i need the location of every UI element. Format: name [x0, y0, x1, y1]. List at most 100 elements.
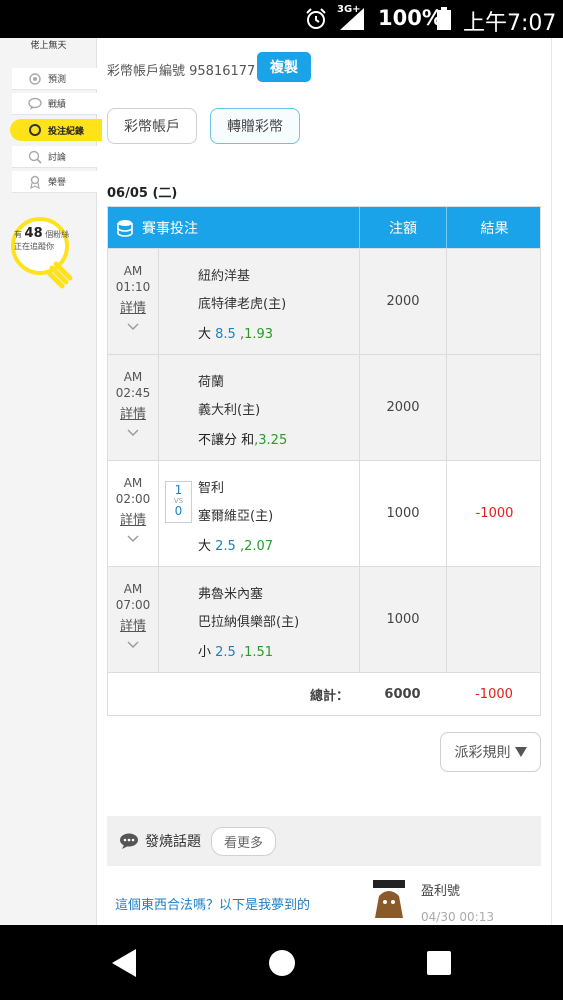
bet-type: 大 [198, 327, 212, 342]
sidebar-item-label: 討論 [48, 153, 67, 163]
status-clock: 上午7:07 [463, 11, 557, 36]
total-row: 總計： 6000 -1000 [108, 672, 540, 715]
sidebar-item-honor[interactable]: 榮譽 [12, 171, 97, 193]
sidebar-item-discuss[interactable]: 討論 [12, 146, 97, 168]
table-row: AM 02:45 詳情 荷蘭 義大利(主) 不讓分 和,3.25 2000 [108, 354, 540, 460]
total-label: 總計： [309, 689, 349, 704]
hot-topics: 發燒話題 看更多 這個東西合法嗎？以下是我夢到的 盈利號 04/30 00:13 [107, 816, 541, 926]
time-value: 01:10 [115, 280, 151, 294]
detail-link[interactable]: 詳情 [108, 513, 158, 529]
time-value: 02:00 [115, 492, 151, 506]
bet-selection: 大 2.5 ,2.07 [198, 535, 273, 554]
bet-type: 不讓分 和 [198, 433, 255, 448]
avatar[interactable] [369, 878, 409, 920]
follower-info: 有 48 個粉絲 正在追蹤你 [14, 226, 74, 253]
sidebar-item-label: 榮譽 [48, 178, 67, 188]
signal-icon [340, 8, 364, 30]
back-icon[interactable] [108, 947, 142, 979]
chevron-down-icon[interactable] [127, 429, 139, 437]
home-team: 巴拉納俱樂部(主) [198, 615, 300, 630]
hot-topics-title: 發燒話題 [145, 834, 201, 850]
bet-odds: ,2.07 [239, 539, 274, 554]
recents-icon[interactable] [422, 947, 456, 979]
home-team: 底特律老虎(主) [198, 297, 287, 312]
sidebar-item-bet-history[interactable]: 投注紀錄 [10, 119, 102, 141]
payout-rules-label: 派彩規則 [454, 745, 511, 761]
sidebar-item-predict[interactable]: 預測 [12, 68, 97, 90]
hot-topics-header: 發燒話題 看更多 [107, 816, 541, 866]
home-team: 塞爾維亞(主) [198, 509, 274, 524]
payout-rules-button[interactable]: 派彩規則 [440, 732, 541, 772]
bet-selection: 不讓分 和,3.25 [198, 429, 287, 448]
time-ampm: AM [123, 476, 143, 490]
table-row: AM 07:00 詳情 弗魯米內塞 巴拉納俱樂部(主) 小 2.5 ,1.51 … [108, 566, 540, 672]
bet-amount: 1000 [359, 461, 446, 566]
away-team: 荷蘭 [198, 375, 225, 390]
column-header-result: 結果 [446, 207, 542, 248]
chat-icon [28, 97, 42, 110]
detail-link[interactable]: 詳情 [108, 301, 158, 317]
away-score: 1 [174, 483, 183, 497]
alarm-icon [306, 8, 326, 29]
table-header: 賽事投注 注額 結果 [108, 207, 540, 248]
medal-icon [30, 175, 40, 189]
tab-wallet[interactable]: 彩幣帳戶 [107, 108, 197, 144]
chevron-down-icon[interactable] [127, 323, 139, 331]
chevron-down-icon[interactable] [127, 535, 139, 543]
chevron-down-icon[interactable] [127, 641, 139, 649]
target-icon [29, 72, 41, 85]
time-ampm: AM [123, 582, 143, 596]
follower-prefix: 有 [14, 230, 22, 239]
bet-type: 大 [198, 539, 212, 554]
account-number: 彩幣帳戶編號 95816177 [107, 64, 256, 79]
bet-result [446, 249, 542, 354]
detail-link[interactable]: 詳情 [108, 619, 158, 635]
follower-line2: 正在追蹤你 [14, 242, 54, 251]
bet-selection: 大 8.5 ,1.93 [198, 323, 273, 342]
detail-link[interactable]: 詳情 [108, 407, 158, 423]
status-bar: 3G+ 100% 上午7:07 [0, 0, 563, 38]
magnifier-icon [28, 150, 42, 164]
tab-transfer[interactable]: 轉贈彩幣 [210, 108, 300, 144]
score-box: 1 VS 0 [165, 481, 192, 523]
bet-result [446, 355, 542, 460]
match-time: AM 02:45 詳情 [108, 355, 159, 460]
time-ampm: AM [123, 370, 143, 384]
bet-line: 2.5 [215, 645, 236, 660]
match-teams: 弗魯米內塞 巴拉納俱樂部(主) [198, 581, 299, 637]
away-team: 弗魯米內塞 [198, 587, 264, 602]
column-label: 賽事投注 [142, 220, 198, 237]
match-time: AM 01:10 詳情 [108, 249, 159, 354]
total-result: -1000 [475, 687, 513, 702]
time-value: 02:45 [115, 386, 151, 400]
home-score: 0 [174, 504, 183, 518]
sidebar-item-label: 戰績 [48, 100, 67, 110]
time-value: 07:00 [115, 598, 151, 612]
match-teams: 智利 塞爾維亞(主) [198, 475, 273, 531]
sidebar-item-record[interactable]: 戰績 [12, 93, 97, 115]
topic-link[interactable]: 這個東西合法嗎？以下是我夢到的 [115, 894, 310, 913]
bet-odds: ,3.25 [254, 433, 288, 448]
table-row: AM 02:00 詳情 1 VS 0 智利 塞爾維亞(主) 大 2.5 ,2.0… [108, 460, 540, 566]
copy-button[interactable]: 複製 [257, 52, 311, 82]
sidebar-item-label: 投注紀錄 [48, 126, 85, 137]
sidebar-username: 佬上無天 [30, 41, 67, 51]
home-icon[interactable] [265, 947, 299, 979]
battery-percent: 100% [378, 6, 443, 30]
bet-line: 2.5 [215, 539, 236, 554]
poster-name[interactable]: 盈利號 [421, 880, 460, 899]
main-content: 彩幣帳戶編號 95816177 複製 彩幣帳戶 轉贈彩幣 06/05 (二) 賽… [97, 38, 552, 926]
match-teams: 荷蘭 義大利(主) [198, 369, 260, 425]
bet-odds: ,1.93 [239, 327, 274, 342]
follower-suffix: 個粉絲 [45, 230, 70, 239]
see-more-button[interactable]: 看更多 [211, 826, 277, 856]
post-time: 04/30 00:13 [421, 910, 494, 924]
bet-result: -1000 [446, 461, 542, 566]
match-time: AM 02:00 詳情 [108, 461, 159, 566]
bet-result [446, 567, 542, 672]
database-icon [117, 219, 133, 237]
follower-count: 48 [24, 226, 43, 241]
match-time: AM 07:00 詳情 [108, 567, 159, 672]
bet-selection: 小 2.5 ,1.51 [198, 641, 273, 660]
bet-odds: ,1.51 [239, 645, 274, 660]
